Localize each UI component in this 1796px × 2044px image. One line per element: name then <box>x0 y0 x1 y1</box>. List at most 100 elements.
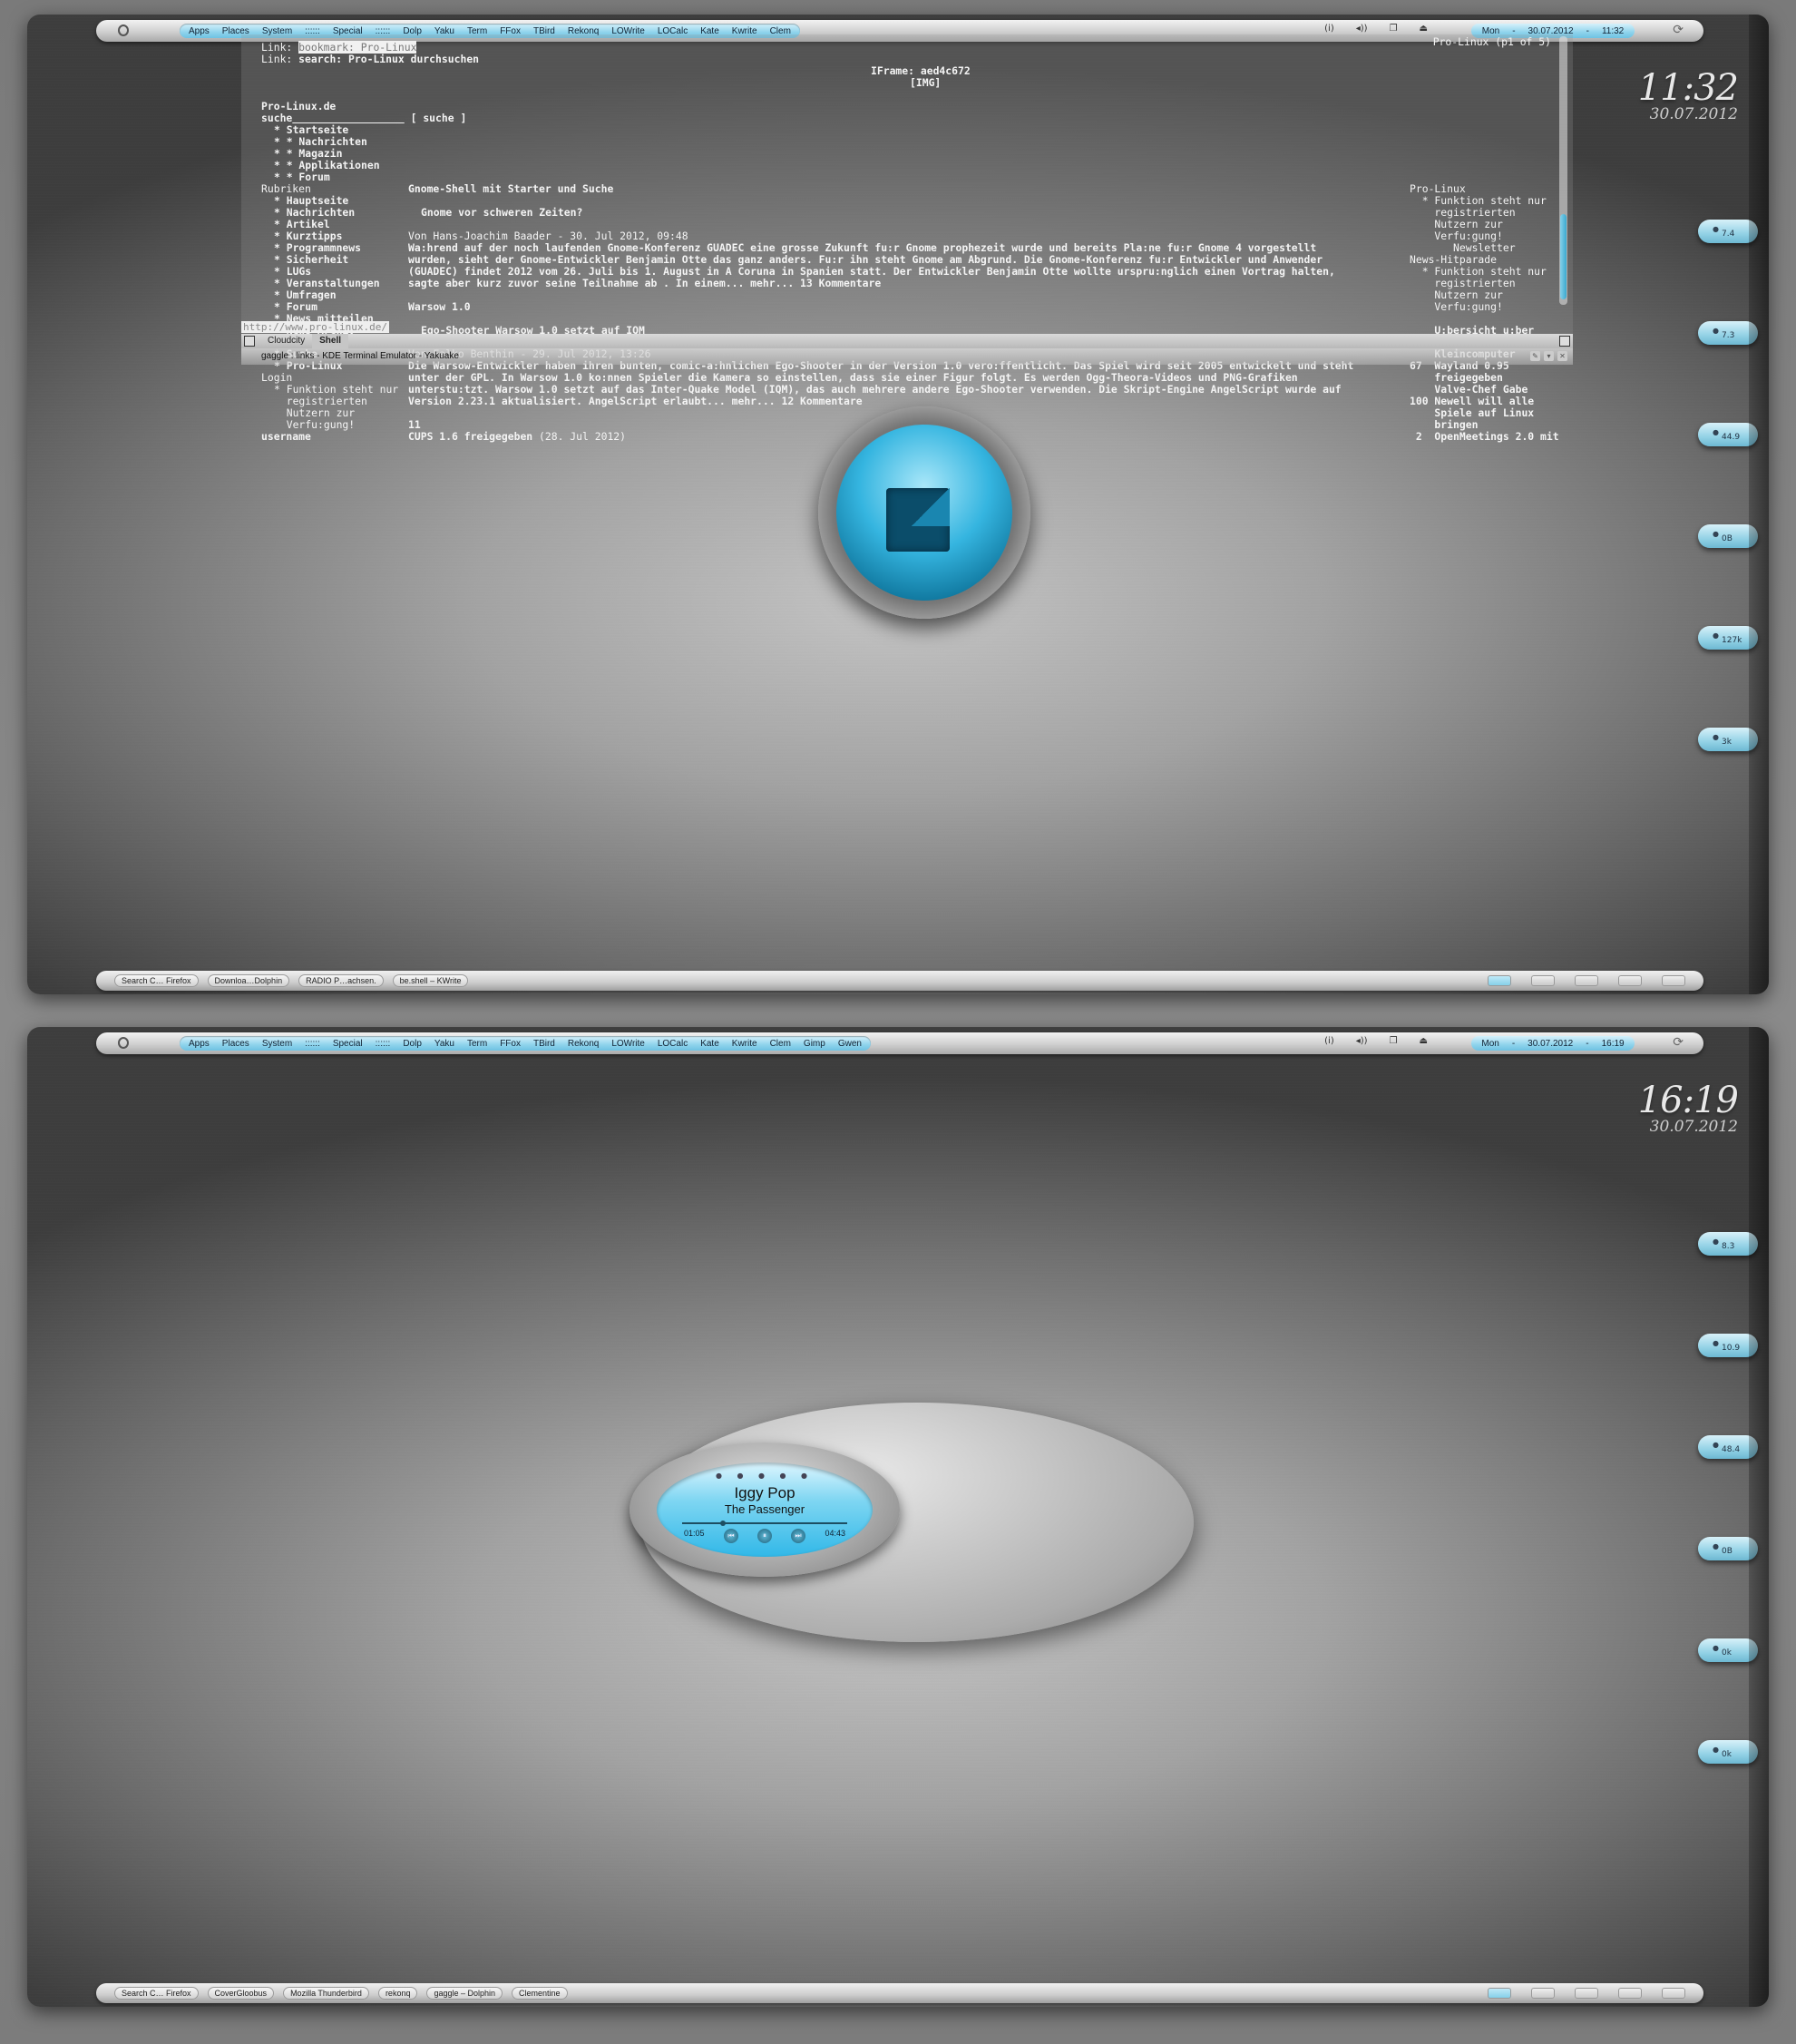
desktop-clock-widget: 11:32 30.07.2012 <box>1638 67 1739 123</box>
next-article[interactable]: CUPS 1.6 freigegeben (28. Jul 2012) <box>408 431 626 443</box>
kickoff-orb-icon[interactable] <box>118 24 129 36</box>
task-button[interactable]: Search C… Firefox <box>114 974 199 987</box>
kickoff-orb-icon[interactable] <box>118 1037 129 1049</box>
power-icon[interactable]: ⟳ <box>1673 23 1684 37</box>
monitor-pill[interactable]: ● 7.4 <box>1698 220 1758 243</box>
menu-item[interactable]: Dolp <box>403 1039 422 1049</box>
scrollbar-thumb[interactable] <box>1560 214 1567 299</box>
yakuake-terminal[interactable]: Pro-Linux (p1 of 5) Link: bookmark: Pro-… <box>241 34 1573 443</box>
panel-clock[interactable]: Mon - 30.07.2012 - 16:19 <box>1471 1036 1635 1051</box>
article-category[interactable]: Warsow 1.0 <box>408 301 471 313</box>
menu-item[interactable]: System <box>262 1039 292 1049</box>
info-icon[interactable]: (i) <box>1324 1036 1334 1046</box>
menu-item[interactable]: LOWrite <box>611 1039 645 1049</box>
sidebar-line: Verfu:gung! <box>1410 300 1503 313</box>
monitor-pill[interactable]: ● 10.9 <box>1698 1334 1758 1357</box>
article-body-line: Version 2.23.1 aktualisiert. AngelScript… <box>408 395 863 407</box>
clock-sep: - <box>1586 25 1589 36</box>
menu-item[interactable]: FFox <box>500 1039 521 1049</box>
menu-item[interactable]: Gwen <box>838 1039 862 1049</box>
desktop-1[interactable] <box>1488 975 1511 986</box>
desktop-3[interactable] <box>1575 975 1598 986</box>
menu-item[interactable]: Special <box>333 1039 363 1049</box>
tab-shell[interactable]: Shell <box>312 334 349 348</box>
task-button[interactable]: gaggle – Dolphin <box>426 1987 503 2000</box>
article-title[interactable]: Gnome vor schweren Zeiten? <box>421 207 582 219</box>
link-line-2[interactable]: Link: search: Pro-Linux durchsuchen <box>261 54 479 65</box>
task-button[interactable]: Mozilla Thunderbird <box>283 1987 369 2000</box>
eject-icon[interactable]: ⏏ <box>1420 1036 1428 1046</box>
new-session-icon[interactable] <box>244 336 255 347</box>
menu-item[interactable]: :::::: <box>376 1039 391 1049</box>
next-track-icon[interactable]: ⏭ <box>791 1529 805 1543</box>
power-icon[interactable]: ⟳ <box>1673 1035 1684 1050</box>
link-bookmark[interactable]: bookmark: Pro-Linux <box>298 41 417 54</box>
clock-date: 30.07.2012 <box>1528 1038 1574 1049</box>
menu-item[interactable]: Gimp <box>804 1039 825 1049</box>
desktop-2[interactable] <box>1531 975 1555 986</box>
desktop-5[interactable] <box>1662 1988 1685 1999</box>
close-icon[interactable]: ✕ <box>1557 351 1567 361</box>
task-button[interactable]: Downloa…Dolphin <box>207 974 290 987</box>
desktop-pager <box>1488 975 1685 986</box>
top-panel: Apps Places System:::::: Special:::::: Dolp Y… <box>96 1032 1703 1054</box>
monitor-pill[interactable]: ● 8.3 <box>1698 1232 1758 1256</box>
monitor-pill[interactable]: ● 0k <box>1698 1740 1758 1764</box>
menu-item[interactable]: LOCalc <box>658 1039 688 1049</box>
menu-item[interactable]: TBird <box>533 1039 555 1049</box>
volume-icon[interactable]: ◂)) <box>1356 1036 1368 1046</box>
progress-bar[interactable] <box>682 1521 847 1526</box>
tab-cloudcity[interactable]: Cloudcity <box>260 334 312 348</box>
desktop-3[interactable] <box>1575 1988 1598 1999</box>
task-button[interactable]: RADIO P…achsen. <box>298 974 384 987</box>
monitor-pill[interactable]: ● 44.9 <box>1698 423 1758 446</box>
config-icon[interactable]: ✎ <box>1530 351 1540 361</box>
monitor-pill[interactable]: ● 7.3 <box>1698 321 1758 345</box>
memory-icon: ● <box>1713 1441 1719 1449</box>
pause-icon[interactable]: ⏸ <box>757 1529 772 1543</box>
info-icon[interactable]: (i) <box>1324 24 1334 34</box>
desktop-1[interactable] <box>1488 1988 1511 1999</box>
menu-item[interactable]: Apps <box>189 26 210 36</box>
menu-item[interactable]: Kate <box>700 1039 719 1049</box>
task-button[interactable]: Search C… Firefox <box>114 1987 199 2000</box>
desktop-4[interactable] <box>1618 975 1642 986</box>
network-down-icon: ● <box>1713 631 1719 640</box>
monitor-pill[interactable]: ● 0k <box>1698 1638 1758 1662</box>
previous-track-icon[interactable]: ⏮ <box>724 1529 738 1543</box>
rating-dots[interactable]: ● ● ● ● ● <box>657 1472 873 1480</box>
monitor-pill[interactable]: ● 0B <box>1698 1537 1758 1560</box>
menu-item[interactable]: Places <box>222 1039 249 1049</box>
monitor-value: 127k <box>1722 636 1742 645</box>
menu-item[interactable]: Clem <box>770 1039 791 1049</box>
article-category[interactable]: Gnome-Shell mit Starter und Suche <box>408 183 613 195</box>
clipboard-icon[interactable]: ❐ <box>1390 24 1398 34</box>
menu-icon[interactable]: ▾ <box>1544 351 1554 361</box>
task-button[interactable]: be.shell – KWrite <box>392 974 469 987</box>
monitor-pill[interactable]: ● 0B <box>1698 524 1758 548</box>
monitor-pill[interactable]: ● 48.4 <box>1698 1435 1758 1459</box>
menu-item[interactable]: Rekonq <box>568 1039 599 1049</box>
menu-item[interactable]: Kwrite <box>732 1039 757 1049</box>
desktop-4[interactable] <box>1618 1988 1642 1999</box>
volume-icon[interactable]: ◂)) <box>1356 24 1368 34</box>
task-button[interactable]: rekonq <box>377 1987 418 2000</box>
clock-sep: - <box>1586 1038 1589 1049</box>
menu-item[interactable]: Term <box>467 1039 487 1049</box>
close-session-icon[interactable] <box>1559 336 1570 347</box>
search-button[interactable]: [ suche ] <box>411 112 467 124</box>
terminal-scrollbar[interactable] <box>1559 36 1567 305</box>
monitor-pill[interactable]: ● 3k <box>1698 728 1758 751</box>
monitor-pill[interactable]: ● 127k <box>1698 626 1758 650</box>
desktop-5[interactable] <box>1662 975 1685 986</box>
desktop-2[interactable] <box>1531 1988 1555 1999</box>
task-button[interactable]: CoverGloobus <box>207 1987 275 2000</box>
progress-knob[interactable] <box>719 1521 726 1526</box>
menu-item[interactable]: Yaku <box>434 1039 454 1049</box>
link-search[interactable]: search: Pro-Linux durchsuchen <box>298 53 479 65</box>
eject-icon[interactable]: ⏏ <box>1420 24 1428 34</box>
clipboard-icon[interactable]: ❐ <box>1390 1036 1398 1046</box>
menu-item[interactable]: :::::: <box>305 1039 320 1049</box>
menu-item[interactable]: Apps <box>189 1039 210 1049</box>
task-button[interactable]: Clementine <box>512 1987 568 2000</box>
